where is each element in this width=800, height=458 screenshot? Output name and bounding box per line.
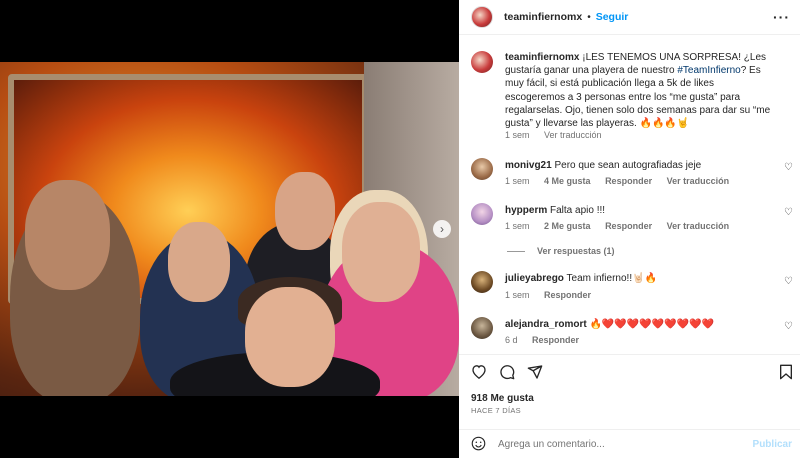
- translate-link[interactable]: Ver traducción: [667, 221, 730, 231]
- reply-button[interactable]: Responder: [532, 335, 579, 345]
- comment-likes[interactable]: 4 Me gusta: [544, 176, 591, 186]
- reply-button[interactable]: Responder: [605, 176, 652, 186]
- translate-link[interactable]: Ver traducción: [667, 176, 730, 186]
- hashtag-link[interactable]: #TeamInfierno: [677, 65, 740, 76]
- post-header: teaminfiernomx • Seguir ···: [459, 0, 800, 35]
- divider: [507, 250, 525, 252]
- avatar[interactable]: [471, 271, 493, 293]
- follow-button[interactable]: Seguir: [596, 11, 629, 23]
- comment-username[interactable]: hypperm: [505, 205, 547, 216]
- comment-meta: 1 sem 2 Me gusta Responder Ver traducció…: [505, 221, 741, 231]
- comment-body: Team infierno!!🤘🏻🔥: [566, 273, 658, 284]
- emoji-icon[interactable]: [471, 436, 486, 454]
- comment-time[interactable]: 6 d: [505, 335, 518, 345]
- avatar[interactable]: [471, 51, 493, 73]
- post-media: ›: [0, 0, 459, 458]
- comment-meta: 1 sem Responder: [505, 290, 603, 300]
- post-comment-button[interactable]: Publicar: [753, 439, 792, 450]
- comment-username[interactable]: monivg21: [505, 160, 552, 171]
- caption-meta: 1 sem Ver traducción: [505, 130, 614, 140]
- share-paper-plane-icon[interactable]: [527, 364, 543, 384]
- person-face-5: [245, 287, 335, 387]
- comment-text: alejandra_romort 🔥❤️❤️❤️❤️❤️❤️❤️❤️❤️: [505, 318, 775, 331]
- avatar[interactable]: [471, 317, 493, 339]
- heart-icon[interactable]: ♡: [784, 276, 793, 287]
- person-face-3: [275, 172, 335, 250]
- save-bookmark-icon[interactable]: [779, 364, 793, 384]
- comment-text: monivg21 Pero que sean autografiadas jej…: [505, 159, 775, 172]
- post-photo[interactable]: [0, 62, 459, 396]
- caption-time[interactable]: 1 sem: [505, 130, 530, 140]
- separator-dot: •: [587, 11, 591, 23]
- comment-likes[interactable]: 2 Me gusta: [544, 221, 591, 231]
- likes-count[interactable]: 918 Me gusta: [471, 393, 534, 404]
- caption-text: teaminfiernomx ¡LES TENEMOS UNA SORPRESA…: [505, 51, 775, 130]
- comment-input[interactable]: [498, 439, 738, 450]
- avatar[interactable]: [471, 6, 493, 28]
- comment-body: 🔥❤️❤️❤️❤️❤️❤️❤️❤️❤️: [589, 319, 714, 330]
- next-photo-icon[interactable]: ›: [433, 220, 451, 238]
- post-username[interactable]: teaminfiernomx: [504, 11, 582, 23]
- post-actions: 918 Me gusta HACE 7 DÍAS Publicar: [459, 354, 800, 458]
- like-heart-icon[interactable]: [471, 364, 487, 383]
- view-replies-button[interactable]: Ver respuestas (1): [507, 246, 615, 256]
- heart-icon[interactable]: ♡: [784, 207, 793, 218]
- comment-time[interactable]: 1 sem: [505, 176, 530, 186]
- avatar[interactable]: [471, 203, 493, 225]
- heart-icon[interactable]: ♡: [784, 162, 793, 173]
- caption-username[interactable]: teaminfiernomx: [505, 52, 579, 63]
- translate-link[interactable]: Ver traducción: [544, 130, 602, 140]
- person-face-4: [342, 202, 420, 302]
- person-face-2: [168, 222, 230, 302]
- comment-text: hypperm Falta apio !!!: [505, 204, 775, 217]
- comment-username[interactable]: alejandra_romort: [505, 319, 587, 330]
- reply-button[interactable]: Responder: [605, 221, 652, 231]
- comment-time[interactable]: 1 sem: [505, 290, 530, 300]
- heart-icon[interactable]: ♡: [784, 321, 793, 332]
- add-comment-bar: Publicar: [459, 429, 800, 458]
- comment-time[interactable]: 1 sem: [505, 221, 530, 231]
- comment-body: Falta apio !!!: [550, 205, 606, 216]
- comment-meta: 1 sem 4 Me gusta Responder Ver traducció…: [505, 176, 741, 186]
- comment-text: julieyabrego Team infierno!!🤘🏻🔥: [505, 272, 775, 285]
- reply-button[interactable]: Responder: [544, 290, 591, 300]
- comment-username[interactable]: julieyabrego: [505, 273, 564, 284]
- more-options-icon[interactable]: ···: [773, 9, 790, 25]
- comment-body: Pero que sean autografiadas jeje: [554, 160, 702, 171]
- post-sidebar: teaminfiernomx • Seguir ··· teaminfierno…: [459, 0, 800, 458]
- person-face-1: [25, 180, 110, 290]
- avatar[interactable]: [471, 158, 493, 180]
- comment-meta: 6 d Responder: [505, 335, 591, 345]
- action-icons: [469, 364, 794, 386]
- post-timestamp: HACE 7 DÍAS: [471, 406, 521, 415]
- comment-bubble-icon[interactable]: [499, 364, 515, 384]
- view-replies-label[interactable]: Ver respuestas (1): [537, 246, 615, 256]
